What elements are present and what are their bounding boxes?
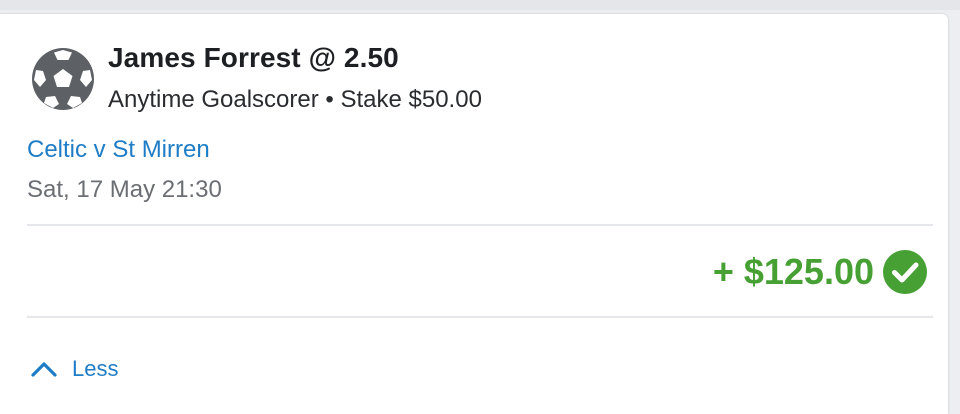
divider [27,316,933,318]
check-circle-icon [883,250,927,294]
chevron-up-icon [31,362,57,377]
soccer-ball-icon [32,48,94,110]
top-strip [0,0,960,10]
bet-subtitle: Anytime Goalscorer • Stake $50.00 [108,86,482,113]
payout-row: + $125.00 [713,248,928,296]
less-toggle[interactable]: Less [30,356,118,382]
event-datetime: Sat, 17 May 21:30 [27,176,222,203]
bet-card [0,14,948,414]
less-label: Less [72,356,119,381]
event-link[interactable]: Celtic v St Mirren [27,136,210,164]
bet-title: James Forrest @ 2.50 [108,42,399,73]
divider [27,224,933,226]
payout-amount: + $125.00 [712,251,874,292]
